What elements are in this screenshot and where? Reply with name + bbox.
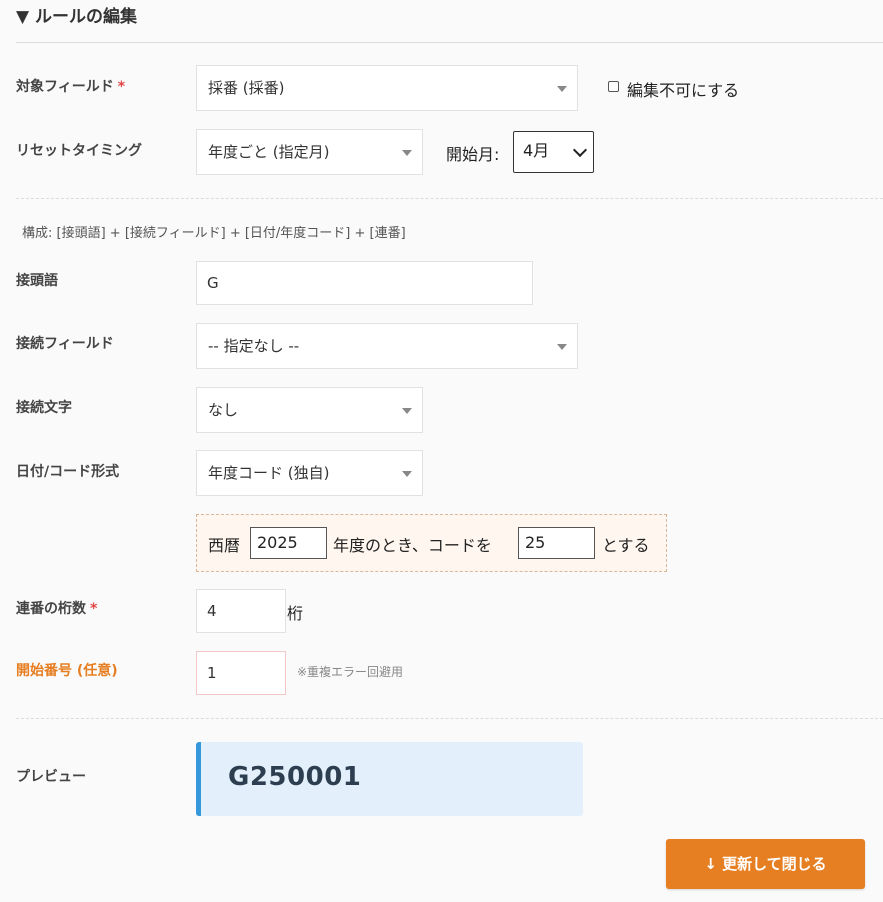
start-month-select[interactable]: 4月 xyxy=(513,131,594,173)
target-field-label: 対象フィールド * xyxy=(16,77,125,97)
join-field-label: 接続フィールド xyxy=(16,336,114,352)
update-close-button[interactable]: ↓ 更新して閉じる xyxy=(666,839,865,889)
divider xyxy=(16,198,883,199)
divider xyxy=(16,718,883,719)
reset-timing-label: リセットタイミング xyxy=(16,143,142,159)
join-char-select[interactable]: なし xyxy=(196,387,423,433)
prefix-label: 接頭語 xyxy=(16,273,58,289)
join-field-value: -- 指定なし -- xyxy=(208,337,300,355)
readonly-checkbox[interactable] xyxy=(608,81,619,92)
start-month-value: 4月 xyxy=(523,141,550,160)
start-month-label: 開始月: xyxy=(446,145,500,164)
fiscal-code-input[interactable]: 25 xyxy=(518,527,595,559)
fiscal-prefix-text: 西暦 xyxy=(208,536,241,555)
target-field-label-text: 対象フィールド xyxy=(16,79,114,95)
date-format-select[interactable]: 年度コード (独自) xyxy=(196,450,423,496)
chevron-down-icon xyxy=(572,142,588,158)
divider xyxy=(16,42,883,43)
fiscal-code-box: 西暦 2025 年度のとき、コードを 25 とする xyxy=(196,514,667,572)
reset-timing-value: 年度ごと (指定月) xyxy=(208,143,330,161)
date-format-value: 年度コード (独自) xyxy=(208,464,330,482)
start-number-label: 開始番号 (任意) xyxy=(16,663,118,679)
chevron-down-icon xyxy=(557,344,567,350)
preview-label: プレビュー xyxy=(16,769,86,785)
structure-note: 構成: [接頭語] + [接続フィールド] + [日付/年度コード] + [連番… xyxy=(22,226,406,241)
join-char-label: 接続文字 xyxy=(16,400,72,416)
chevron-down-icon xyxy=(402,150,412,156)
target-field-value: 採番 (採番) xyxy=(208,79,285,97)
join-field-select[interactable]: -- 指定なし -- xyxy=(196,323,578,369)
start-number-input[interactable]: 1 xyxy=(196,651,286,695)
required-mark: * xyxy=(117,79,126,95)
start-number-note: ※重複エラー回避用 xyxy=(297,665,404,679)
digits-unit: 桁 xyxy=(287,604,304,623)
chevron-down-icon xyxy=(402,408,412,414)
fiscal-suffix-text: とする xyxy=(602,536,650,555)
reset-timing-select[interactable]: 年度ごと (指定月) xyxy=(196,129,423,175)
fiscal-mid-text: 年度のとき、コードを xyxy=(333,536,492,555)
section-title: ▼ ルールの編集 xyxy=(16,7,137,27)
digits-label: 連番の桁数 * xyxy=(16,599,97,619)
join-char-value: なし xyxy=(208,401,239,419)
preview-value: G250001 xyxy=(228,762,362,792)
digits-label-text: 連番の桁数 xyxy=(16,601,86,617)
target-field-select[interactable]: 採番 (採番) xyxy=(196,65,578,111)
fiscal-year-input[interactable]: 2025 xyxy=(250,527,327,559)
readonly-checkbox-label[interactable]: 編集不可にする xyxy=(627,77,739,101)
chevron-down-icon xyxy=(402,471,412,477)
preview-box: G250001 xyxy=(196,742,583,816)
digits-input[interactable]: 4 xyxy=(196,589,286,633)
chevron-down-icon xyxy=(557,86,567,92)
date-format-label: 日付/コード形式 xyxy=(16,464,120,480)
prefix-input[interactable]: G xyxy=(196,261,533,305)
required-mark: * xyxy=(90,601,98,617)
